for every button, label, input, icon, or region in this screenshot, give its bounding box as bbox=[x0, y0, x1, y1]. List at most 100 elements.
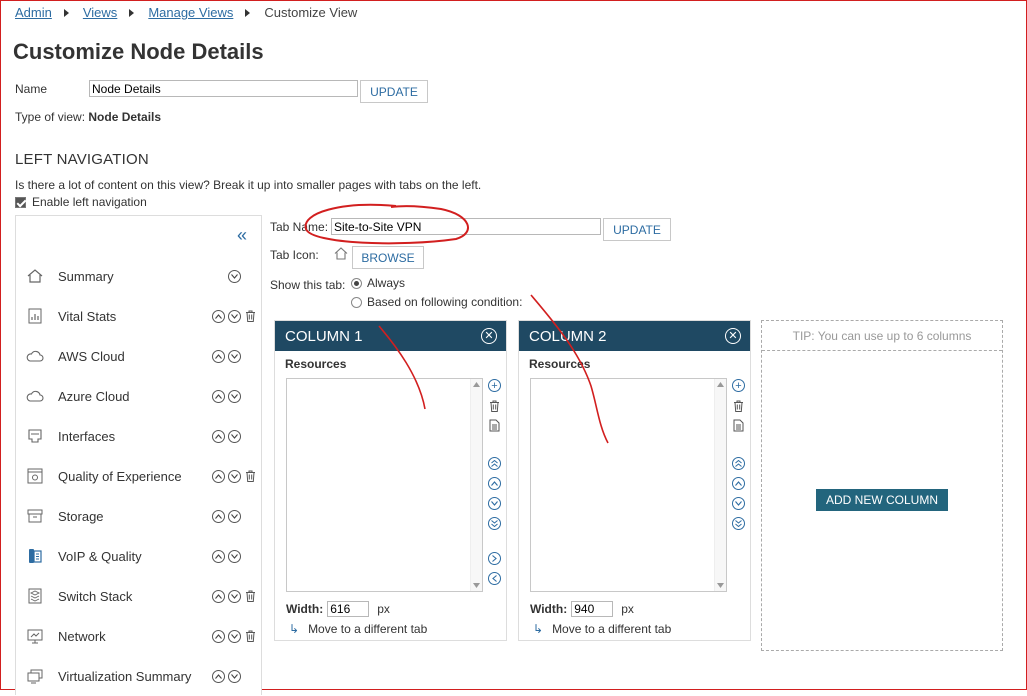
nav-item-switch-stack[interactable]: Switch Stack bbox=[16, 576, 261, 616]
move-right-icon[interactable] bbox=[488, 552, 501, 565]
move-up-icon[interactable] bbox=[212, 589, 225, 603]
move-up-icon[interactable] bbox=[212, 429, 225, 443]
option-always[interactable]: Always bbox=[351, 276, 405, 290]
trash-icon[interactable] bbox=[244, 590, 257, 603]
condition-label: Based on following condition: bbox=[367, 295, 523, 309]
move-down-icon[interactable] bbox=[228, 669, 241, 683]
trash-icon[interactable] bbox=[244, 310, 257, 323]
move-tab-label[interactable]: Move to a different tab bbox=[552, 622, 671, 636]
add-icon[interactable]: + bbox=[488, 379, 501, 392]
tip-text: TIP: You can use up to 6 columns bbox=[762, 321, 1002, 351]
nav-item-summary[interactable]: Summary bbox=[16, 256, 261, 296]
tab-name-label: Tab Name: bbox=[270, 220, 329, 234]
nav-item-voip-quality[interactable]: VoIP & Quality bbox=[16, 536, 261, 576]
trash-icon[interactable] bbox=[732, 399, 745, 412]
name-update-button[interactable]: UPDATE bbox=[360, 80, 428, 103]
move-up-icon[interactable] bbox=[488, 477, 501, 490]
move-bottom-icon[interactable] bbox=[488, 517, 501, 530]
move-up-icon[interactable] bbox=[212, 669, 225, 683]
width-label: Width: bbox=[286, 602, 324, 616]
close-icon[interactable]: ✕ bbox=[481, 328, 497, 344]
type-of-view-label: Type of view: bbox=[15, 110, 86, 124]
move-up-icon[interactable] bbox=[212, 469, 225, 483]
nav-item-label: Storage bbox=[58, 508, 104, 524]
resources-list[interactable] bbox=[530, 378, 727, 592]
close-icon[interactable]: ✕ bbox=[725, 328, 741, 344]
return-arrow-icon: ↳ bbox=[533, 622, 544, 636]
nav-item-aws-cloud[interactable]: AWS Cloud bbox=[16, 336, 261, 376]
nav-item-interfaces[interactable]: Interfaces bbox=[16, 416, 261, 456]
move-up-icon[interactable] bbox=[212, 349, 225, 363]
move-down-icon[interactable] bbox=[228, 349, 241, 363]
tab-name-input[interactable] bbox=[331, 218, 601, 235]
move-top-icon[interactable] bbox=[488, 457, 501, 470]
option-condition[interactable]: Based on following condition: bbox=[351, 295, 522, 309]
move-down-icon[interactable] bbox=[228, 309, 241, 323]
document-icon[interactable] bbox=[489, 419, 500, 435]
trash-icon[interactable] bbox=[488, 399, 501, 412]
home-icon bbox=[334, 247, 348, 263]
tab-name-update-button[interactable]: UPDATE bbox=[603, 218, 671, 241]
document-icon[interactable] bbox=[733, 419, 744, 435]
name-input[interactable] bbox=[89, 80, 358, 97]
column-1-actions: + bbox=[488, 379, 501, 585]
move-down-icon[interactable] bbox=[228, 629, 241, 643]
scrollbar[interactable] bbox=[714, 379, 726, 591]
move-up-icon[interactable] bbox=[212, 549, 225, 563]
column-2-header: COLUMN 2 ✕ bbox=[519, 321, 750, 351]
add-icon[interactable]: + bbox=[732, 379, 745, 392]
breadcrumb-admin-link[interactable]: Admin bbox=[15, 5, 52, 20]
nav-item-quality-of-experience[interactable]: Quality of Experience bbox=[16, 456, 261, 496]
move-down-icon[interactable] bbox=[228, 549, 241, 563]
nav-item-label: AWS Cloud bbox=[58, 348, 125, 364]
add-new-column-button[interactable]: ADD NEW COLUMN bbox=[816, 489, 948, 511]
move-down-icon[interactable] bbox=[732, 497, 745, 510]
move-up-icon[interactable] bbox=[212, 389, 225, 403]
move-down-icon[interactable] bbox=[488, 497, 501, 510]
unit-label: px bbox=[377, 602, 390, 616]
breadcrumb-manage-views-link[interactable]: Manage Views bbox=[148, 5, 233, 20]
move-down-icon[interactable] bbox=[228, 469, 241, 483]
nav-item-storage[interactable]: Storage bbox=[16, 496, 261, 536]
move-down-icon[interactable] bbox=[228, 509, 241, 523]
move-down-icon[interactable] bbox=[228, 429, 241, 443]
nav-item-vital-stats[interactable]: Vital Stats bbox=[16, 296, 261, 336]
nav-item-label: Switch Stack bbox=[58, 588, 133, 604]
enable-left-navigation-checkbox[interactable] bbox=[15, 196, 26, 208]
column-2-move-tab[interactable]: ↳ Move to a different tab bbox=[533, 622, 671, 636]
browse-button[interactable]: BROWSE bbox=[352, 246, 424, 269]
move-bottom-icon[interactable] bbox=[732, 517, 745, 530]
always-radio[interactable] bbox=[351, 277, 362, 289]
tab-icon-label: Tab Icon: bbox=[270, 248, 319, 262]
move-tab-label[interactable]: Move to a different tab bbox=[308, 622, 427, 636]
width-label: Width: bbox=[530, 602, 568, 616]
move-down-icon[interactable] bbox=[228, 389, 241, 403]
nav-item-network[interactable]: Network bbox=[16, 616, 261, 656]
breadcrumb-views-link[interactable]: Views bbox=[83, 5, 117, 20]
left-navigation-panel: « Summary Vital Stats AWS Cloud Azure Cl… bbox=[15, 215, 262, 695]
column-2-width-input[interactable] bbox=[571, 601, 614, 617]
move-up-icon[interactable] bbox=[212, 309, 225, 323]
resources-label: Resources bbox=[285, 357, 347, 371]
nav-item-label: Vital Stats bbox=[58, 308, 117, 324]
trash-icon[interactable] bbox=[244, 470, 257, 483]
collapse-icon[interactable]: « bbox=[237, 226, 247, 244]
column-1-width-input[interactable] bbox=[327, 601, 370, 617]
trash-icon[interactable] bbox=[244, 630, 257, 643]
resources-list[interactable] bbox=[286, 378, 483, 592]
move-up-icon[interactable] bbox=[732, 477, 745, 490]
move-down-icon[interactable] bbox=[228, 269, 241, 283]
chart-icon bbox=[26, 307, 44, 325]
nav-item-azure-cloud[interactable]: Azure Cloud bbox=[16, 376, 261, 416]
move-up-icon[interactable] bbox=[212, 509, 225, 523]
column-1-title: COLUMN 1 bbox=[285, 327, 363, 345]
move-up-icon[interactable] bbox=[212, 629, 225, 643]
column-2-width: Width: px bbox=[530, 601, 634, 617]
column-1-move-tab[interactable]: ↳ Move to a different tab bbox=[289, 622, 427, 636]
move-down-icon[interactable] bbox=[228, 589, 241, 603]
move-top-icon[interactable] bbox=[732, 457, 745, 470]
move-left-icon[interactable] bbox=[488, 572, 501, 585]
scrollbar[interactable] bbox=[470, 379, 482, 591]
condition-radio[interactable] bbox=[351, 296, 362, 308]
nav-item-virtualization-summary[interactable]: Virtualization Summary bbox=[16, 656, 261, 696]
